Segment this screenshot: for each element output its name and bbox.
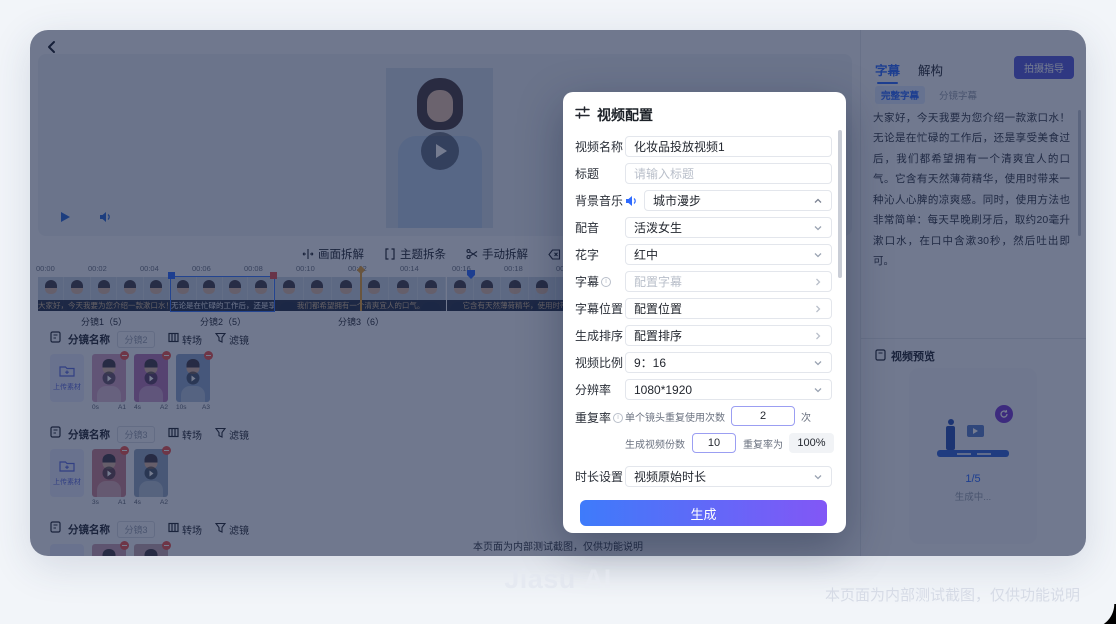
duration-select[interactable]: 视频原始时长 xyxy=(625,466,832,487)
fancy-text-select[interactable]: 红中 xyxy=(625,244,832,265)
chevron-right-icon xyxy=(813,331,823,341)
modal-scrollbar[interactable] xyxy=(838,130,842,278)
title-input[interactable] xyxy=(625,163,832,184)
field-repeat-rate: 重复率i 单个镜头重复使用次数 次 生成视频份数 重复率为 100% xyxy=(575,406,832,460)
bgm-select[interactable]: 城市漫步 xyxy=(644,190,832,211)
info-icon: i xyxy=(601,277,611,287)
chevron-down-icon xyxy=(813,472,823,482)
field-subtitle-position: 字幕位置 配置位置 xyxy=(575,298,832,319)
field-aspect-ratio: 视频比例 9：16 xyxy=(575,352,832,373)
modal-dim-overlay xyxy=(30,30,1086,556)
aspect-ratio-select[interactable]: 9：16 xyxy=(625,352,832,373)
field-resolution: 分辨率 1080*1920 xyxy=(575,379,832,400)
generate-order-nav[interactable]: 配置排序 xyxy=(625,325,832,346)
field-voice: 配音 活泼女生 xyxy=(575,217,832,238)
field-duration: 时长设置 视频原始时长 xyxy=(575,466,832,487)
video-config-modal: 视频配置 视频名称 标题 背景音乐 城市漫步 配音 活泼女生 花 xyxy=(563,92,846,533)
speaker-icon[interactable] xyxy=(625,195,639,207)
resolution-select[interactable]: 1080*1920 xyxy=(625,379,832,400)
field-generate-order: 生成排序 配置排序 xyxy=(575,325,832,346)
page: 标杆视频 画面拆解主题拆条手动拆解删除拆分点 00:0000:0200:0400… xyxy=(0,0,1116,624)
field-title: 标题 xyxy=(575,163,832,184)
chevron-down-icon xyxy=(813,358,823,368)
watermark-text: 本页面为内部测试截图，仅供功能说明 xyxy=(825,584,1080,605)
repeat-rate-value: 100% xyxy=(789,433,834,453)
video-copies-input[interactable] xyxy=(692,433,736,453)
chevron-down-icon xyxy=(813,250,823,260)
app-window: 标杆视频 画面拆解主题拆条手动拆解删除拆分点 00:0000:0200:0400… xyxy=(30,30,1086,556)
subtitle-config-nav[interactable]: 配置字幕 xyxy=(625,271,832,292)
field-video-name: 视频名称 xyxy=(575,136,832,157)
screen-corner xyxy=(1090,604,1116,624)
chevron-down-icon xyxy=(813,223,823,233)
chevron-down-icon xyxy=(813,385,823,395)
field-fancy-text: 花字 红中 xyxy=(575,244,832,265)
chevron-right-icon xyxy=(813,277,823,287)
voice-select[interactable]: 活泼女生 xyxy=(625,217,832,238)
field-bgm: 背景音乐 城市漫步 xyxy=(575,190,832,211)
info-icon: i xyxy=(613,413,623,423)
video-name-input[interactable] xyxy=(625,136,832,157)
config-icon xyxy=(575,106,590,124)
generate-button[interactable]: 生成 xyxy=(580,500,827,526)
chevron-right-icon xyxy=(813,304,823,314)
modal-title: 视频配置 xyxy=(597,105,653,125)
subtitle-position-nav[interactable]: 配置位置 xyxy=(625,298,832,319)
chevron-up-icon xyxy=(813,196,823,206)
repeat-count-input[interactable] xyxy=(731,406,795,426)
field-subtitle: 字幕i 配置字幕 xyxy=(575,271,832,292)
